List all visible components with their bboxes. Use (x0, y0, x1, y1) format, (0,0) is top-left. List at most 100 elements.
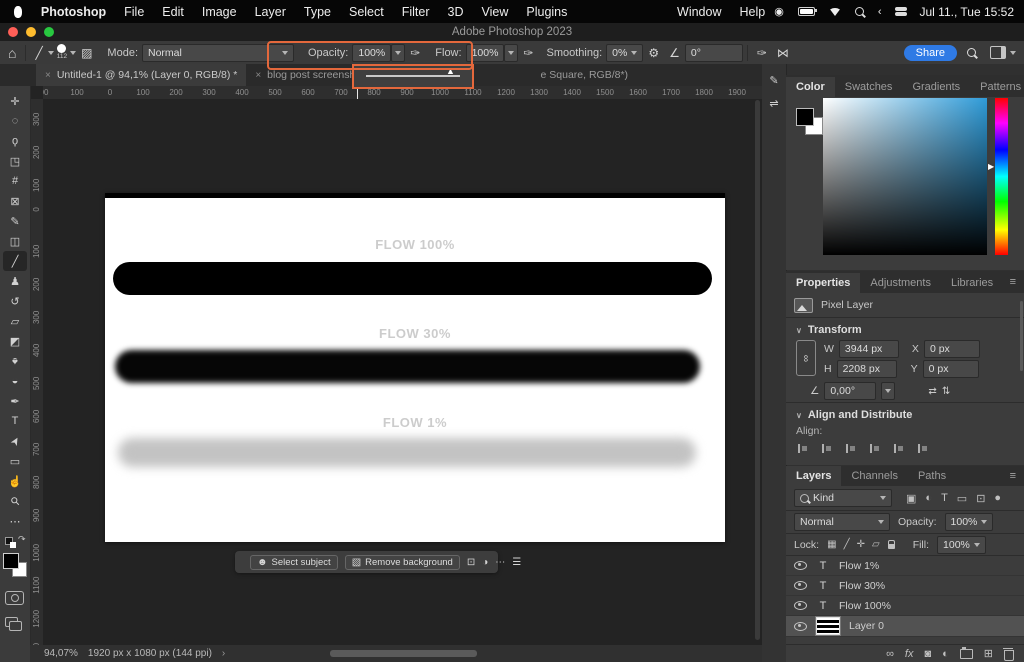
symmetry-icon[interactable]: ⋈ (777, 46, 789, 60)
flip-vertical-icon[interactable]: ⇅ (942, 386, 950, 397)
menu-type[interactable]: Type (304, 5, 331, 19)
control-center-icon[interactable]: ‹ (878, 6, 882, 18)
flip-horizontal-icon[interactable]: ⇄ (928, 386, 936, 397)
document-tab-1[interactable]: × Untitled-1 @ 94,1% (Layer 0, RGB/8) * (36, 64, 246, 86)
display-toggle-icon[interactable] (895, 7, 907, 16)
opacity-field[interactable]: 100% (352, 44, 391, 62)
horizontal-scrollbar[interactable] (330, 650, 477, 657)
brush-size-caret-icon[interactable] (70, 51, 76, 55)
frame-tool[interactable]: ⊠ (3, 191, 27, 211)
layers-opacity-field[interactable]: 100% (945, 513, 994, 531)
workspace-switcher-icon[interactable] (990, 46, 1006, 59)
contextual-taskbar[interactable]: ☻Select subject ▧Remove background ⊡ ◑ ⋯… (235, 551, 498, 573)
align-center-h-icon[interactable] (822, 444, 833, 453)
hue-slider[interactable] (995, 98, 1008, 255)
crop-tool[interactable]: # (3, 171, 27, 191)
brush-settings-panel-button[interactable]: ✎ (766, 74, 782, 87)
blend-mode-select[interactable]: Normal (142, 44, 294, 62)
x-field[interactable]: 0 px (924, 340, 980, 358)
smoothing-field[interactable]: 0% (606, 44, 643, 62)
layer-visibility-icon[interactable] (794, 622, 807, 631)
link-layers-icon[interactable]: ∞ (886, 648, 894, 660)
menu-select[interactable]: Select (349, 5, 384, 19)
spotlight-search-icon[interactable] (855, 7, 864, 16)
tab-libraries[interactable]: Libraries (941, 273, 1003, 293)
healing-brush-tool[interactable]: ◫ (3, 231, 27, 251)
screen-record-icon[interactable]: ◉ (774, 5, 784, 18)
default-colors-icon[interactable] (5, 537, 17, 549)
tab-channels[interactable]: Channels (841, 466, 907, 486)
share-button[interactable]: Share (904, 45, 957, 61)
panel-menu-icon[interactable]: ≡ (1010, 276, 1016, 288)
layer-thumbnail[interactable] (816, 617, 840, 635)
transform-section-header[interactable]: ∨Transform (786, 318, 1024, 340)
marquee-tool[interactable]: ◌ (3, 111, 27, 131)
rotation-field[interactable]: 0,00° (824, 382, 876, 400)
transform-icon[interactable]: ⊡ (467, 557, 475, 568)
menu-plugins[interactable]: Plugins (526, 5, 567, 19)
remove-background-button[interactable]: ▧Remove background (345, 555, 460, 570)
menu-bar-clock[interactable]: Jul 11., Tue 15:52 (919, 5, 1014, 19)
flow-field[interactable]: 100% (466, 44, 505, 62)
blur-tool[interactable]: ♠ (3, 351, 27, 371)
move-tool[interactable]: ✛ (3, 91, 27, 111)
link-dimensions-icon[interactable]: ∞ (796, 340, 816, 376)
layer-name[interactable]: Flow 100% (839, 600, 891, 612)
filter-pin-icon[interactable]: ● (994, 492, 1001, 505)
opacity-dropdown-button[interactable] (391, 44, 405, 62)
flow-slider-popup[interactable]: ▲ (352, 64, 474, 89)
menu-layer[interactable]: Layer (255, 5, 286, 19)
airbrush-icon[interactable]: ✑ (523, 46, 533, 60)
tab-patterns[interactable]: Patterns (970, 77, 1024, 97)
shape-filter-icon[interactable]: ▭ (957, 492, 967, 505)
lock-artboard-icon[interactable]: ▱ (872, 539, 880, 550)
brush-size-picker[interactable]: 112 (57, 44, 67, 61)
lock-paint-icon[interactable]: ╱ (844, 539, 850, 550)
new-layer-icon[interactable]: ⊞ (984, 647, 993, 660)
opacity-pressure-icon[interactable]: ✑ (410, 46, 420, 60)
lock-transparency-icon[interactable]: ▦ (827, 539, 836, 550)
layer-filter-select[interactable]: Kind (794, 489, 892, 507)
type-filter-icon[interactable]: T (941, 492, 948, 505)
y-field[interactable]: 0 px (923, 360, 979, 378)
layer-row-layer-0[interactable]: Layer 0 (786, 616, 1024, 637)
align-top-icon[interactable] (870, 444, 881, 453)
menu-help[interactable]: Help (739, 5, 765, 19)
panel-scrollbar[interactable] (1020, 301, 1023, 371)
wifi-icon[interactable] (829, 8, 841, 16)
menu-filter[interactable]: Filter (402, 5, 430, 19)
home-icon[interactable]: ⌂ (8, 45, 16, 61)
align-section-header[interactable]: ∨Align and Distribute (786, 403, 1024, 425)
tab-adjustments[interactable]: Adjustments (860, 273, 941, 293)
close-tab-icon[interactable]: × (255, 70, 261, 81)
tab-swatches[interactable]: Swatches (835, 77, 903, 97)
object-selection-tool[interactable]: ◳ (3, 151, 27, 171)
close-tab-icon[interactable]: × (45, 70, 51, 81)
lasso-tool[interactable]: ϙ (3, 131, 27, 151)
layer-visibility-icon[interactable] (794, 561, 807, 570)
align-bottom-icon[interactable] (918, 444, 929, 453)
blend-mode-select-layers[interactable]: Normal (794, 513, 890, 531)
layer-row-flow-100[interactable]: T Flow 100% (786, 596, 1024, 616)
pressure-size-icon[interactable]: ✑ (757, 46, 767, 60)
layer-visibility-icon[interactable] (794, 581, 807, 590)
layer-visibility-icon[interactable] (794, 601, 807, 610)
flow-dropdown-button[interactable] (504, 44, 518, 62)
saturation-brightness-field[interactable] (823, 98, 987, 255)
hue-slider-marker[interactable]: ▶ (988, 163, 994, 171)
menu-file[interactable]: File (124, 5, 144, 19)
align-right-icon[interactable] (846, 444, 857, 453)
swap-colors-icon[interactable]: ↷ (18, 534, 26, 545)
quick-mask-button[interactable] (5, 591, 24, 605)
foreground-color-chip[interactable] (796, 108, 814, 126)
adjustment-layer-icon[interactable]: ◐ (942, 648, 949, 660)
tab-gradients[interactable]: Gradients (902, 77, 970, 97)
zoom-level[interactable]: 94,07% (44, 648, 78, 659)
pixel-filter-icon[interactable]: ▣ (906, 492, 916, 505)
eyedropper-tool[interactable]: ✎ (3, 211, 27, 231)
flow-slider-handle[interactable]: ▲ (446, 67, 455, 76)
gradient-tool[interactable]: ◩ (3, 331, 27, 351)
tab-properties[interactable]: Properties (786, 273, 860, 293)
color-swatches[interactable] (3, 553, 27, 577)
align-left-icon[interactable] (798, 444, 809, 453)
